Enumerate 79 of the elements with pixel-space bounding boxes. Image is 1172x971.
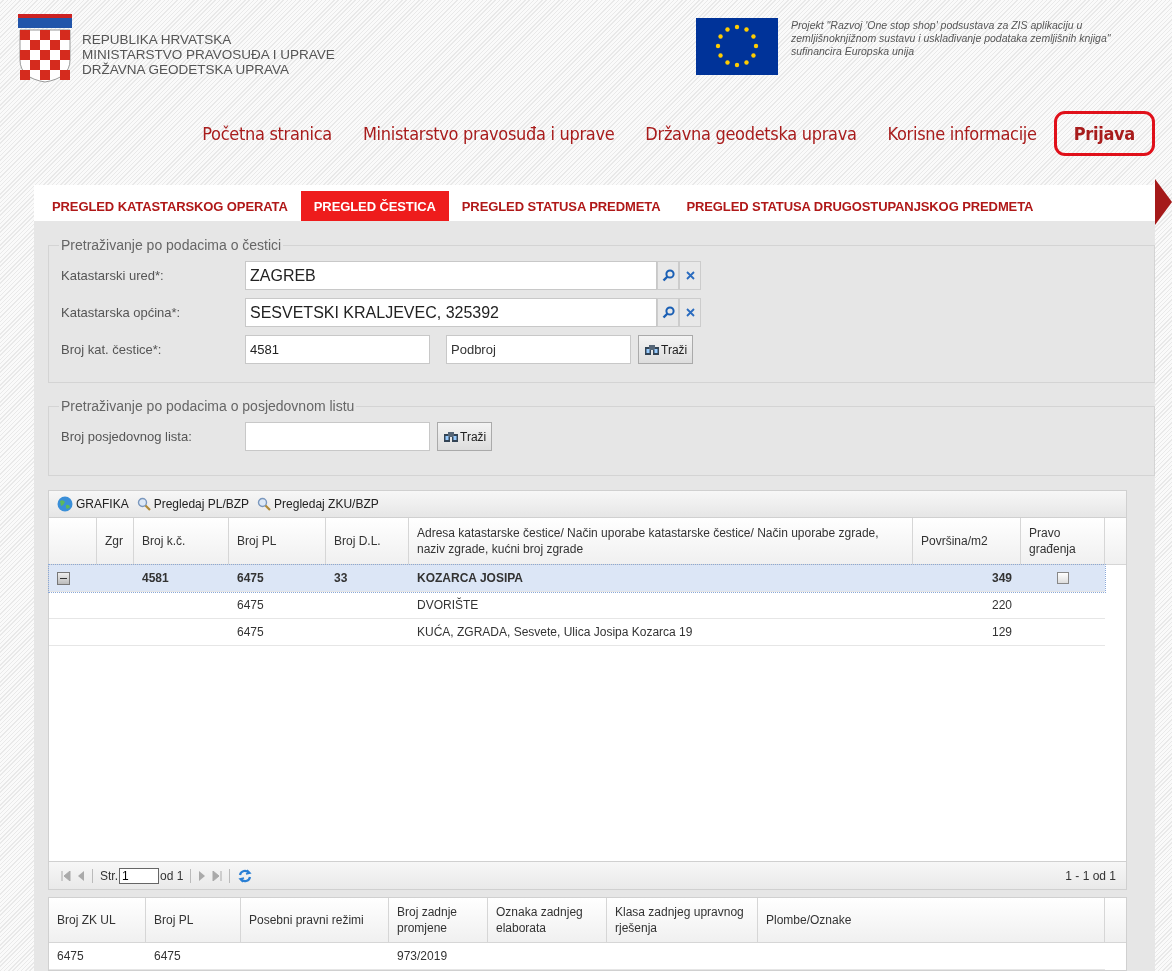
login-button[interactable]: Prijava (1053, 110, 1155, 156)
toolbar-button[interactable]: GRAFIKA (57, 496, 129, 512)
globe-icon (57, 496, 73, 512)
institution-name: MINISTARSTVO PRAVOSUĐA I UPRAVE (82, 47, 335, 62)
toolbar-button[interactable]: Pregledaj ZKU/BZP (257, 497, 379, 511)
table-row[interactable]: 4581 6475 33 KOZARCA JOSIPA 349 (49, 565, 1105, 592)
page-field[interactable]: 1 (119, 867, 159, 884)
toolbar-button[interactable]: Pregledaj PL/BZP (136, 497, 250, 511)
search-icon (257, 497, 272, 511)
search-button[interactable]: Traži (437, 422, 493, 451)
nav-link[interactable]: Korisne informacije (887, 122, 1037, 144)
section-title: Pretraživanje po podacima o posjedovnom listu (60, 398, 356, 414)
table-cell: 220 (991, 598, 1012, 612)
table-cell: 33 (334, 571, 348, 585)
scroll-right-arrow-icon[interactable] (1155, 179, 1172, 225)
search-icon (661, 306, 675, 319)
column-header[interactable]: Oznaka zadnjeg elaborata (488, 898, 607, 942)
input-field[interactable]: SESVETSKI KRALJEVEC, 325392 (245, 298, 657, 327)
close-icon (685, 308, 695, 317)
column-header[interactable]: Posebni pravni režimi (241, 898, 389, 942)
collapse-button[interactable] (57, 571, 70, 585)
table-cell: 6475 (154, 949, 181, 963)
institution-name: DRŽAVNA GEODETSKA UPRAVA (82, 62, 291, 77)
page-count: od 1 (160, 868, 184, 883)
table-cell: KOZARCA JOSIPA (417, 571, 523, 585)
tab[interactable]: PREGLED STATUSA DRUGOSTUPANJSKOG PREDMETA (673, 191, 1047, 221)
field-label: Broj kat. čestice*: (61, 342, 163, 357)
close-icon (685, 271, 695, 280)
table-cell: KUĆA, ZGRADA, Sesvete, Ulica Josipa Kozarca 19 (417, 625, 693, 639)
table-cell: 349 (991, 571, 1012, 585)
section-title: Pretraživanje po podacima o čestici (60, 237, 283, 253)
field-label: Broj posjedovnog lista: (61, 429, 193, 444)
search-button[interactable] (657, 261, 679, 290)
binoculars-icon (644, 343, 660, 356)
eu-flag-icon (696, 18, 778, 75)
table-cell: 6475 (237, 571, 264, 585)
project-note: Projekt "Razvoj 'One stop shop' podsustava za ZIS aplikaciju u (791, 19, 1084, 32)
column-header[interactable]: Broj PL (146, 898, 241, 942)
previous-page-icon[interactable] (78, 870, 85, 881)
input-field[interactable]: 4581 (245, 335, 430, 364)
table-cell: 6475 (57, 949, 84, 963)
input-field[interactable]: ZAGREB (245, 261, 657, 290)
table-cell: 973/2019 (397, 949, 448, 963)
binoculars-icon (443, 430, 459, 443)
nav-link[interactable]: Početna stranica (202, 122, 332, 144)
search-button[interactable] (657, 298, 679, 327)
institution-name: REPUBLIKA HRVATSKA (82, 32, 233, 47)
nav-link[interactable]: Državna geodetska uprava (645, 122, 857, 144)
project-note: sufinancira Europska unija (791, 45, 916, 58)
first-page-icon[interactable] (61, 870, 71, 881)
tab[interactable]: PREGLED ČESTICA (300, 191, 449, 221)
table-cell: 6475 (237, 598, 264, 612)
search-icon (136, 497, 151, 511)
checkbox[interactable] (1056, 572, 1069, 584)
column-header[interactable]: Broj ZK UL (49, 898, 146, 942)
refresh-icon[interactable] (237, 867, 254, 884)
column-header[interactable]: Klasa zadnjeg upravnog rješenja (607, 898, 758, 942)
field-label: Katastarska općina*: (61, 305, 182, 320)
tab[interactable]: PREGLED STATUSA PREDMETA (448, 191, 674, 221)
clear-button[interactable] (679, 298, 701, 327)
nav-link[interactable]: Ministarstvo pravosuđa i uprave (362, 122, 615, 144)
table-cell: 129 (991, 625, 1012, 639)
column-header[interactable]: Plombe/Oznake (758, 898, 1105, 942)
search-button[interactable]: Traži (638, 335, 694, 364)
column-header[interactable]: Broj zadnje promjene (389, 898, 488, 942)
field-label: Katastarski ured*: (61, 268, 165, 283)
search-icon (661, 269, 675, 282)
next-page-icon[interactable] (198, 870, 206, 881)
clear-button[interactable] (679, 261, 701, 290)
table-cell: 4581 (142, 571, 169, 585)
input-field[interactable]: Podbroj (446, 335, 631, 364)
table-cell: 6475 (237, 625, 264, 639)
table-cell: DVORIŠTE (417, 598, 479, 612)
paging-summary: 1 - 1 od 1 (1065, 868, 1116, 883)
page-label: Str. (100, 868, 118, 883)
tab[interactable]: PREGLED KATASTARSKOG OPERATA (39, 191, 301, 221)
last-page-icon[interactable] (212, 870, 223, 881)
input-field[interactable] (245, 422, 430, 451)
project-note: zemljišnoknjižnom sustavu i usklađivanje podataka zemljišnih knjiga" (791, 32, 1111, 45)
